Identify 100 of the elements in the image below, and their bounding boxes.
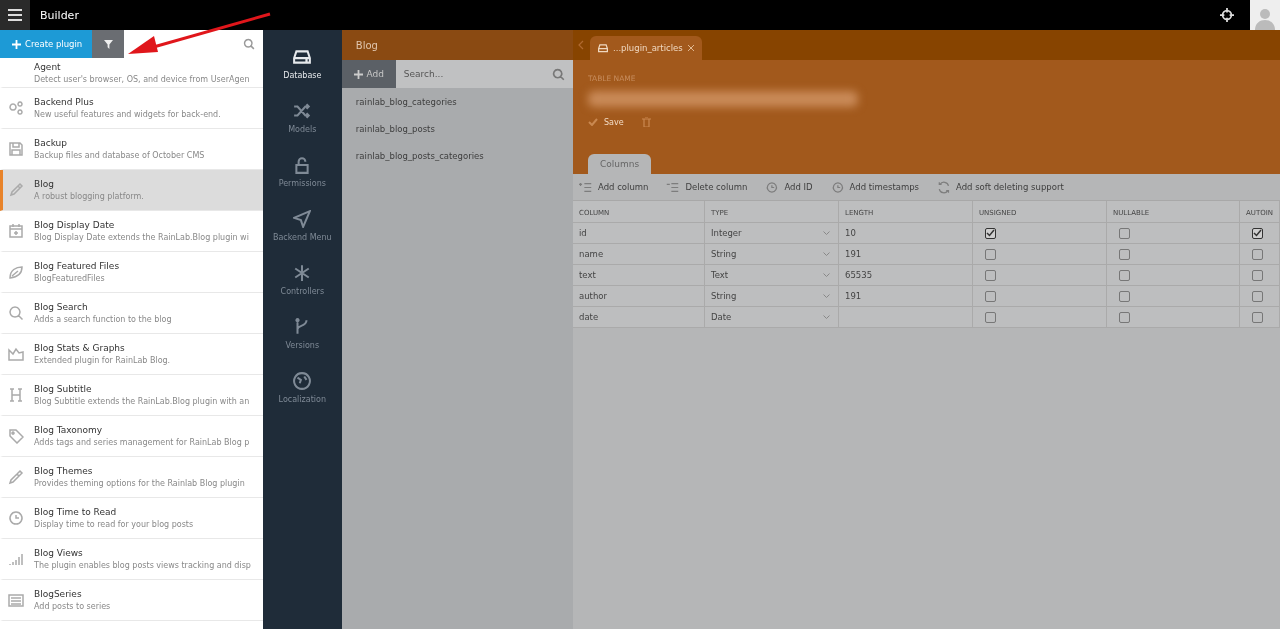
- type-dropdown[interactable]: String: [705, 286, 839, 307]
- plugin-list-item[interactable]: Backend Plus New useful features and widgets for back-end.: [0, 88, 263, 129]
- plugin-list-item[interactable]: Blog Search Adds a search function to the blog: [0, 293, 263, 334]
- app-title: Builder: [40, 8, 79, 22]
- table-cell: 191: [839, 286, 973, 307]
- plugin-list-item[interactable]: Blog Featured Files BlogFeaturedFiles: [0, 252, 263, 293]
- create-plugin-button[interactable]: Create plugin: [0, 30, 92, 58]
- toolbar-button[interactable]: Add timestamps: [830, 180, 920, 194]
- checkbox[interactable]: [1119, 269, 1130, 281]
- hard-drive-icon: [598, 43, 608, 53]
- plugin-name: Blog Views: [34, 548, 84, 558]
- type-dropdown[interactable]: String: [705, 244, 839, 265]
- trash-icon[interactable]: [641, 117, 651, 127]
- plugin-list-item[interactable]: Blog Time to Read Display time to read for your blog posts: [0, 498, 263, 539]
- plugin-description: Display time to read for your blog posts: [34, 520, 194, 529]
- crosshair-icon[interactable]: [1220, 8, 1234, 22]
- calendar-icon: [8, 223, 24, 239]
- table-list-item[interactable]: rainlab_blog_posts_categories: [341, 142, 573, 169]
- plugin-list-item[interactable]: BlogSeries Add posts to series: [0, 580, 263, 621]
- plugin-list-item[interactable]: Blog Stats & Graphs Extended plugin for RainLab Blog.: [0, 334, 263, 375]
- checkbox[interactable]: [1119, 248, 1130, 260]
- add-rows-icon: [579, 180, 592, 194]
- close-icon[interactable]: [687, 45, 694, 51]
- eyedropper-icon: [8, 469, 24, 485]
- nav-item[interactable]: Localization: [262, 372, 342, 404]
- checkbox[interactable]: [985, 227, 996, 239]
- checkbox[interactable]: [1119, 290, 1130, 302]
- plugin-description: Extended plugin for RainLab Blog.: [34, 356, 171, 365]
- nav-item[interactable]: Versions: [262, 318, 342, 350]
- type-dropdown[interactable]: Text: [705, 265, 839, 286]
- nav-item[interactable]: Permissions: [262, 156, 342, 188]
- chevron-down-icon: [823, 314, 830, 320]
- chevron-left-icon[interactable]: [578, 40, 584, 50]
- plugin-name: Blog Themes: [34, 466, 94, 476]
- avatar[interactable]: [1250, 0, 1280, 30]
- search-field[interactable]: Search...: [395, 60, 573, 88]
- checkbox[interactable]: [985, 290, 996, 302]
- plugin-list-item[interactable]: Blog Taxonomy Adds tags and series management for RainLab Blog p: [0, 416, 263, 457]
- plus-icon: [12, 39, 21, 49]
- checkbox[interactable]: [1252, 269, 1263, 281]
- save-button[interactable]: Save: [588, 117, 624, 127]
- checkbox[interactable]: [985, 248, 996, 260]
- nav-item[interactable]: Database: [262, 48, 342, 80]
- plugin-name: Blog Search: [34, 302, 89, 312]
- toolbar-button[interactable]: Add soft deleting support: [937, 180, 1064, 194]
- editor-tab[interactable]: ...plugin_articles: [590, 36, 702, 60]
- search-icon: [8, 305, 24, 321]
- checkbox[interactable]: [1252, 248, 1263, 260]
- plugin-name: Blog Taxonomy: [34, 425, 104, 435]
- add-button[interactable]: Add: [341, 60, 396, 88]
- plugin-description: BlogFeaturedFiles: [34, 274, 106, 283]
- plugin-list-item[interactable]: Blog Themes Provides theming options for the Rainlab Blog plugin: [0, 457, 263, 498]
- checkbox[interactable]: [1252, 311, 1263, 323]
- plugin-description: A robust blogging platform.: [34, 192, 144, 201]
- chevron-down-icon: [823, 230, 830, 236]
- table-cell: id: [573, 223, 705, 244]
- checkbox[interactable]: [1119, 227, 1130, 239]
- plugin-name: Blog Time to Read: [34, 507, 118, 517]
- nav-item[interactable]: Models: [262, 102, 342, 134]
- plugin-description: Blog Display Date extends the RainLab.Blog plugin wi: [34, 233, 249, 242]
- plugin-list-item[interactable]: Blog Display Date Blog Display Date extends the RainLab.Blog plugin wi: [0, 211, 263, 252]
- nav-item[interactable]: Controllers: [262, 264, 342, 296]
- type-dropdown[interactable]: Date: [705, 307, 839, 328]
- nav-item[interactable]: Backend Menu: [262, 210, 342, 242]
- table-list-item[interactable]: rainlab_blog_categories: [341, 88, 573, 115]
- plugin-name: Blog Stats & Graphs: [34, 343, 126, 353]
- plugin-description: New useful features and widgets for back-end.: [34, 110, 221, 119]
- plugin-list-item[interactable]: Agent Detect user's browser, OS, and device from UserAgen: [0, 58, 263, 88]
- plus-icon: [353, 69, 363, 79]
- toolbar-button[interactable]: Add column: [579, 180, 649, 194]
- plugin-name: Blog Featured Files: [34, 261, 120, 271]
- tab-label: ...plugin_articles: [613, 43, 683, 53]
- menu-button[interactable]: [0, 0, 30, 30]
- checkbox[interactable]: [1119, 311, 1130, 323]
- plugin-description: Adds a search function to the blog: [34, 315, 172, 324]
- gears-icon: [8, 100, 24, 116]
- plugin-description: Blog Subtitle extends the RainLab.Blog plugin with an: [34, 397, 250, 406]
- plugin-description: Add posts to series: [34, 602, 111, 611]
- panel-title: Blog: [355, 39, 378, 51]
- plugin-list-item[interactable]: Blog A robust blogging platform.: [0, 170, 263, 211]
- checkbox[interactable]: [985, 269, 996, 281]
- type-dropdown[interactable]: Integer: [705, 223, 839, 244]
- hard-drive-icon: [293, 48, 312, 66]
- list-icon: [8, 592, 24, 608]
- checkbox[interactable]: [1252, 290, 1263, 302]
- chevron-down-icon: [823, 272, 830, 278]
- table-list-item[interactable]: rainlab_blog_posts: [341, 115, 573, 142]
- plugin-name: Agent: [34, 61, 62, 72]
- checkbox[interactable]: [1252, 227, 1263, 239]
- plugin-list-item[interactable]: Blog Subtitle Blog Subtitle extends the RainLab.Blog plugin with an: [0, 375, 263, 416]
- toolbar-button[interactable]: Add ID: [765, 180, 813, 194]
- checkbox[interactable]: [985, 311, 996, 323]
- plugin-list-item[interactable]: Blog Views The plugin enables blog posts views tracking and disp: [0, 539, 263, 580]
- filter-icon: [103, 39, 113, 49]
- toolbar-button[interactable]: Delete column: [666, 180, 748, 194]
- menu-icon: [8, 9, 22, 21]
- filter-button[interactable]: [92, 30, 124, 58]
- plugin-description: Detect user's browser, OS, and device from UserAgen: [34, 74, 250, 84]
- pencil-icon: [8, 182, 24, 198]
- columns-tab[interactable]: Columns: [588, 154, 652, 174]
